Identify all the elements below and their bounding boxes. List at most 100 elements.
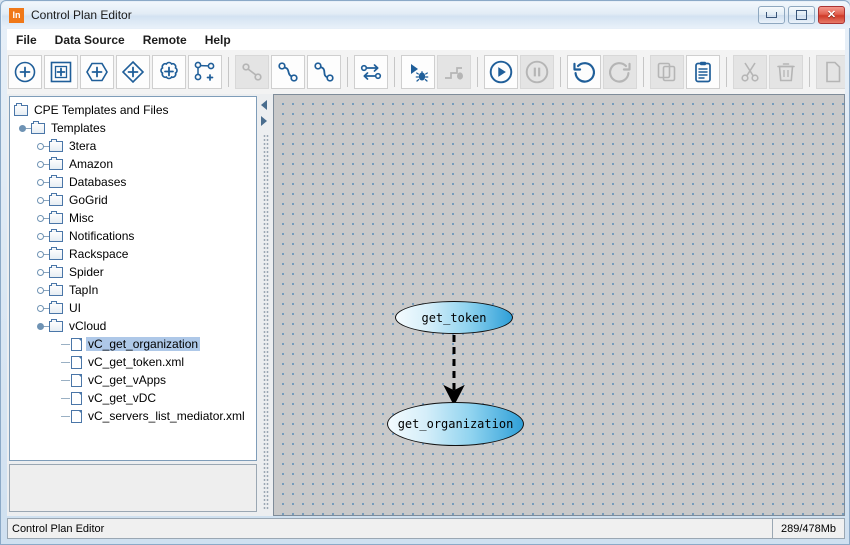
left-panel: CPE Templates and Files Templates 3tera …: [7, 94, 259, 516]
tree-row-vcloud[interactable]: vCloud: [10, 317, 256, 335]
expand-handle-icon[interactable]: [36, 158, 49, 171]
tree-row-ui[interactable]: UI: [10, 299, 256, 317]
template-tree[interactable]: CPE Templates and Files Templates 3tera …: [9, 96, 257, 461]
step-debug-button[interactable]: [437, 55, 471, 89]
menu-item-help[interactable]: Help: [196, 31, 240, 49]
tree-row-vc-get-token[interactable]: vC_get_token.xml: [10, 353, 256, 371]
scissors-icon: [741, 62, 759, 82]
add-hexagon-node-button[interactable]: [80, 55, 114, 89]
tree-row-vc-servers-list-mediator[interactable]: vC_servers_list_mediator.xml: [10, 407, 256, 425]
right-arrow-icon[interactable]: [261, 116, 267, 126]
tree-row-misc[interactable]: Misc: [10, 209, 256, 227]
tree-row-vc-get-vapps[interactable]: vC_get_vApps: [10, 371, 256, 389]
paste-button[interactable]: [686, 55, 720, 89]
maximize-button[interactable]: [788, 6, 815, 24]
undo-button[interactable]: [567, 55, 601, 89]
curve-link-alt-button[interactable]: [307, 55, 341, 89]
add-square-node-button[interactable]: [44, 55, 78, 89]
tree-row-tapin[interactable]: TapIn: [10, 281, 256, 299]
tree-row-gogrid[interactable]: GoGrid: [10, 191, 256, 209]
toolbar-separator: [726, 57, 727, 87]
graph-node-get-organization[interactable]: get_organization: [387, 402, 524, 446]
expand-handle-icon[interactable]: [36, 266, 49, 279]
collapse-handle-icon[interactable]: [36, 320, 49, 333]
toolbar-separator: [347, 57, 348, 87]
copy-pages-icon: [657, 62, 676, 82]
splitter-grip[interactable]: [263, 134, 269, 509]
run-button[interactable]: [484, 55, 518, 89]
tree-item-label: vC_get_vApps: [88, 373, 167, 387]
debug-run-button[interactable]: [401, 55, 435, 89]
minimize-button[interactable]: [758, 6, 785, 24]
collapse-handle-icon[interactable]: [18, 122, 31, 135]
swap-direction-button[interactable]: [354, 55, 388, 89]
expand-handle-icon[interactable]: [36, 140, 49, 153]
clipboard-icon: [695, 61, 711, 83]
cut-button[interactable]: [733, 55, 767, 89]
tree-row-spider[interactable]: Spider: [10, 263, 256, 281]
node-label: get_token: [421, 310, 487, 325]
pause-button[interactable]: [520, 55, 554, 89]
tree-item-label: 3tera: [69, 139, 97, 153]
link-nodes-button[interactable]: [235, 55, 269, 89]
expand-handle-icon[interactable]: [36, 194, 49, 207]
file-icon: [71, 409, 82, 423]
file-icon: [71, 337, 82, 351]
tree-row-root[interactable]: CPE Templates and Files: [10, 101, 256, 119]
diamond-plus-icon: [121, 60, 145, 84]
tree-row-vc-get-organization[interactable]: vC_get_organization: [10, 335, 256, 353]
tree-item-label: GoGrid: [69, 193, 108, 207]
close-button[interactable]: ✕: [818, 6, 845, 24]
node-label: get_organization: [397, 417, 514, 431]
tree-row-rackspace[interactable]: Rackspace: [10, 245, 256, 263]
tree-row-3tera[interactable]: 3tera: [10, 137, 256, 155]
folder-icon: [49, 156, 63, 170]
pause-circle-icon: [525, 60, 549, 84]
curve-link-button[interactable]: [271, 55, 305, 89]
folder-icon: [49, 192, 63, 206]
menu-item-remote[interactable]: Remote: [134, 31, 196, 49]
menu-item-data-source[interactable]: Data Source: [46, 31, 134, 49]
file-icon: [71, 355, 82, 369]
close-icon: ✕: [826, 8, 837, 21]
menu-item-file[interactable]: File: [7, 31, 46, 49]
tree-row-amazon[interactable]: Amazon: [10, 155, 256, 173]
tree-row-vc-get-vdc[interactable]: vC_get_vDC: [10, 389, 256, 407]
folder-icon: [49, 282, 63, 296]
expand-handle-icon[interactable]: [36, 284, 49, 297]
tree-row-templates[interactable]: Templates: [10, 119, 256, 137]
folder-icon: [49, 174, 63, 188]
folder-icon: [49, 228, 63, 242]
memory-indicator[interactable]: 289/478Mb: [773, 518, 845, 539]
delete-button[interactable]: [769, 55, 803, 89]
expand-handle-icon[interactable]: [36, 176, 49, 189]
add-circle-node-button[interactable]: [8, 55, 42, 89]
add-gear-node-button[interactable]: [152, 55, 186, 89]
expand-handle-icon[interactable]: [36, 302, 49, 315]
toolbar-separator: [394, 57, 395, 87]
diagram-canvas[interactable]: get_token get_organization: [273, 94, 845, 516]
tree-row-databases[interactable]: Databases: [10, 173, 256, 191]
folder-icon: [49, 318, 63, 332]
status-bar: Control Plan Editor 289/478Mb: [7, 518, 845, 539]
add-graph-node-button[interactable]: [188, 55, 222, 89]
expand-handle-icon[interactable]: [36, 248, 49, 261]
tree-item-label: vC_get_organization: [86, 337, 201, 351]
application-window: In Control Plan Editor ✕ File Data Sourc…: [0, 0, 850, 545]
redo-arrow-icon: [609, 62, 631, 83]
tree-item-label: TapIn: [69, 283, 99, 297]
tree-row-notifications[interactable]: Notifications: [10, 227, 256, 245]
extra-button[interactable]: [816, 55, 845, 89]
copy-button[interactable]: [650, 55, 684, 89]
expand-handle-icon[interactable]: [36, 230, 49, 243]
redo-button[interactable]: [603, 55, 637, 89]
graph-node-get-token[interactable]: get_token: [395, 301, 513, 334]
gear-plus-icon: [160, 61, 178, 80]
left-arrow-icon[interactable]: [261, 100, 267, 110]
curve-link-icon: [278, 62, 298, 82]
expand-handle-icon[interactable]: [36, 212, 49, 225]
split-pane-divider[interactable]: [259, 94, 273, 516]
add-diamond-node-button[interactable]: [116, 55, 150, 89]
in-logo-icon: In: [9, 7, 24, 23]
folder-icon: [49, 264, 63, 278]
